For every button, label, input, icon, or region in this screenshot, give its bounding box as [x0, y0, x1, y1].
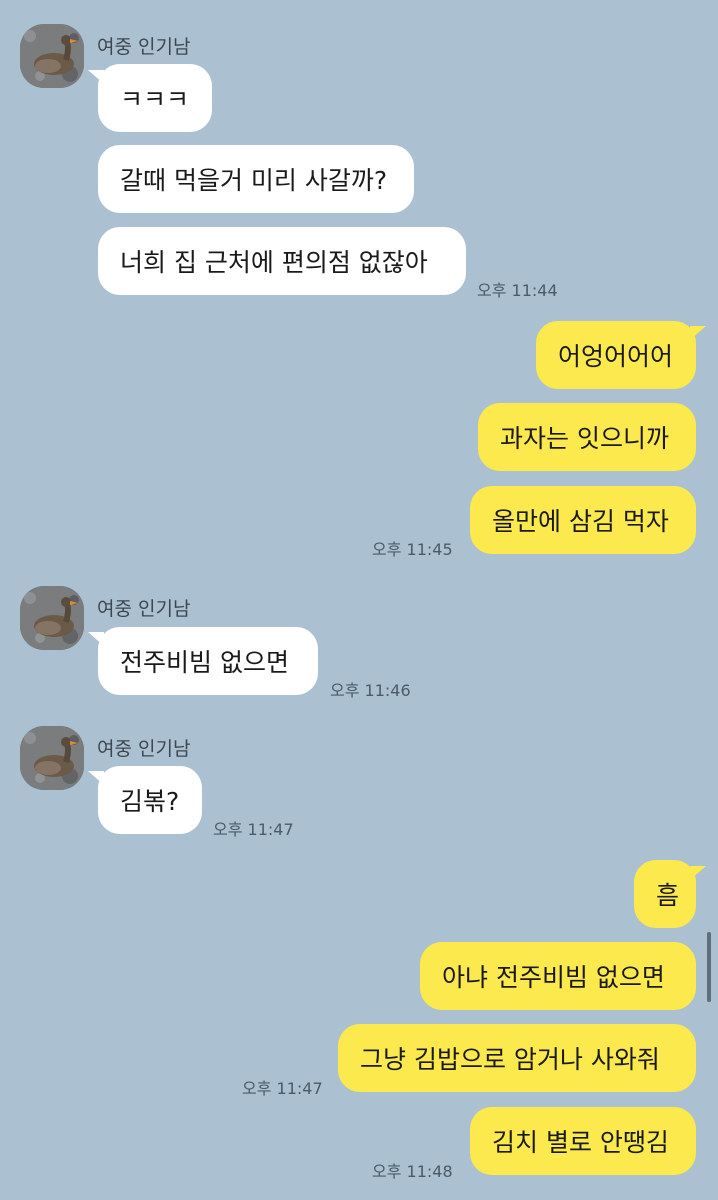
message-time: 오후 11:45: [372, 540, 453, 559]
avatar[interactable]: [20, 726, 84, 790]
avatar[interactable]: [20, 586, 84, 650]
message-bubble[interactable]: 아냐 전주비빔 없으면: [420, 942, 696, 1010]
avatar[interactable]: [20, 24, 84, 88]
message-time: 오후 11:47: [242, 1079, 323, 1098]
message-bubble[interactable]: 너희 집 근처에 편의점 없잖아: [98, 227, 466, 295]
message-time: 오후 11:44: [477, 281, 558, 300]
message-bubble[interactable]: ㅋㅋㅋ: [98, 64, 212, 132]
message-bubble[interactable]: 그냥 김밥으로 암거나 사와줘: [338, 1024, 696, 1092]
message-time: 오후 11:48: [372, 1162, 453, 1181]
sender-name: 여중 인기남: [97, 598, 191, 620]
message-bubble[interactable]: 전주비빔 없으면: [98, 627, 318, 695]
message-bubble[interactable]: 과자는 잇으니까: [478, 403, 696, 471]
sender-name: 여중 인기남: [97, 36, 191, 58]
message-bubble[interactable]: 갈때 먹을거 미리 사갈까?: [98, 145, 414, 213]
message-bubble[interactable]: 김볶?: [98, 766, 202, 834]
message-time: 오후 11:46: [330, 681, 411, 700]
message-bubble[interactable]: 김치 별로 안땡김: [470, 1107, 696, 1175]
goose-photo-icon: [20, 726, 84, 790]
message-bubble[interactable]: 흠: [634, 860, 696, 928]
message-time: 오후 11:47: [213, 820, 294, 839]
scrollbar[interactable]: [707, 932, 711, 1002]
message-bubble[interactable]: 올만에 삼김 먹자: [470, 486, 696, 554]
sender-name: 여중 인기남: [97, 738, 191, 760]
goose-photo-icon: [20, 24, 84, 88]
message-bubble[interactable]: 어엉어어어: [536, 321, 696, 389]
goose-photo-icon: [20, 586, 84, 650]
